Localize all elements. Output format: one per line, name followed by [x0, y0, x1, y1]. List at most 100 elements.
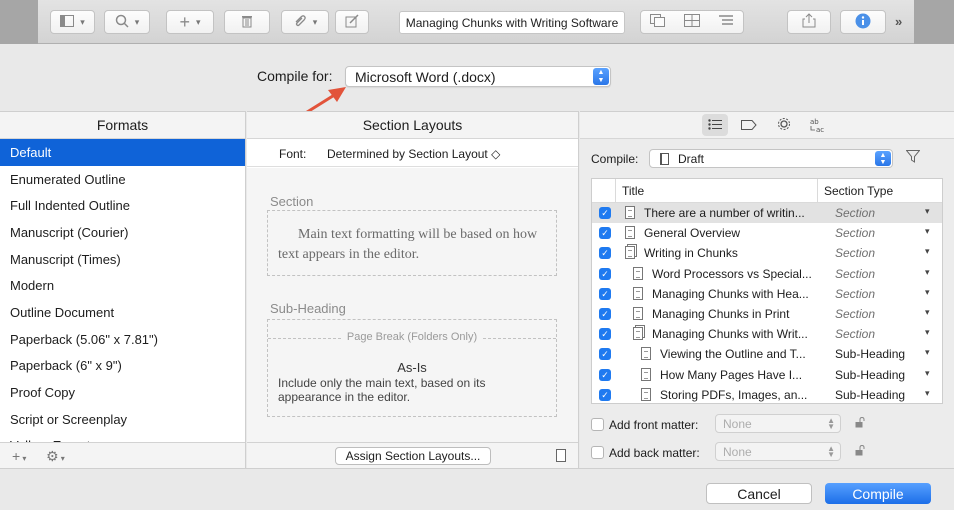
section-type-value[interactable]: Section [835, 267, 875, 281]
chevron-down-icon[interactable]: ▾ [925, 267, 930, 278]
format-item[interactable]: Modern [0, 272, 245, 299]
table-row[interactable]: ✓ Managing Chunks with Writ... Section ▾ [592, 324, 942, 344]
include-checkbox[interactable]: ✓ [599, 368, 611, 381]
document-icon [641, 367, 651, 381]
front-matter-value: None [723, 417, 752, 431]
table-row[interactable]: ✓ Managing Chunks in Print Section ▾ [592, 304, 942, 324]
chevron-down-icon: ▾ [195, 16, 201, 27]
section-type-value[interactable]: Section [835, 246, 875, 260]
share-button[interactable] [787, 10, 831, 34]
chevron-down-icon[interactable]: ▾ [925, 246, 930, 257]
formats-header: Formats [0, 112, 245, 139]
view-mode-button[interactable]: ▾ [50, 10, 95, 34]
table-row[interactable]: ✓ Writing in Chunks Section ▾ [592, 243, 942, 263]
section-type-value[interactable]: Section [835, 206, 875, 220]
metadata-tab[interactable] [736, 114, 762, 136]
format-item[interactable]: Manuscript (Times) [0, 246, 245, 273]
section-layout-preview[interactable]: Main text formatting will be based on ho… [267, 210, 557, 276]
include-checkbox[interactable]: ✓ [599, 207, 611, 219]
include-checkbox[interactable]: ✓ [599, 307, 611, 320]
assign-section-layouts-button[interactable]: Assign Section Layouts... [335, 447, 491, 465]
table-row[interactable]: ✓ Storing PDFs, Images, an... Sub-Heading ▾ [592, 385, 942, 403]
include-checkbox[interactable]: ✓ [599, 227, 611, 240]
section-type-value[interactable]: Sub-Heading [835, 347, 905, 361]
front-matter-checkbox[interactable] [591, 418, 604, 431]
section-type-column-header[interactable]: Section Type [824, 184, 893, 198]
as-is-title: As-Is [397, 360, 427, 375]
format-item[interactable]: Outline Document [0, 299, 245, 326]
page-break-label: Page Break (Folders Only) [268, 331, 556, 343]
table-row[interactable]: ✓ Viewing the Outline and T... Sub-Heading… [592, 344, 942, 364]
back-matter-dropdown[interactable]: None ▲ ▼ [715, 442, 841, 461]
add-format-button[interactable]: + ▾ [12, 448, 26, 464]
format-item[interactable]: Script or Screenplay [0, 406, 245, 433]
compile-button[interactable]: Compile [825, 483, 931, 504]
search-button[interactable]: ▾ [104, 10, 150, 34]
chevron-down-icon[interactable]: ▾ [925, 327, 930, 338]
attachment-button[interactable]: ▾ [281, 10, 329, 34]
chevron-down-icon[interactable]: ▾ [925, 287, 930, 298]
include-checkbox[interactable]: ✓ [599, 287, 611, 300]
format-options-button[interactable]: ⚙ ▾ [46, 448, 65, 465]
section-layouts-footer: Assign Section Layouts... [247, 442, 578, 468]
section-type-value[interactable]: Section [835, 327, 875, 341]
format-item[interactable]: Vellum Export [0, 433, 245, 442]
chevron-down-icon[interactable]: ▾ [925, 307, 930, 318]
replacements-tab[interactable]: ab ac [805, 114, 831, 136]
font-selector[interactable]: Font: Determined by Section Layout ◇ [247, 143, 578, 167]
chevron-down-icon[interactable]: ▾ [925, 368, 930, 379]
options-tab[interactable] [771, 114, 797, 136]
edit-button[interactable] [335, 10, 369, 34]
include-checkbox[interactable]: ✓ [599, 267, 611, 280]
section-layouts-header: Section Layouts [247, 112, 578, 139]
inspector-button[interactable] [840, 10, 886, 34]
add-document-button[interactable]: + ▾ [166, 10, 214, 34]
chevron-down-icon[interactable]: ▾ [925, 388, 930, 399]
section-type-value[interactable]: Sub-Heading [835, 368, 905, 382]
table-row[interactable]: ✓ There are a number of writin... Section ▾ [592, 203, 942, 224]
table-row[interactable]: ✓ General Overview Section ▾ [592, 223, 942, 243]
format-item[interactable]: Full Indented Outline [0, 192, 245, 219]
layout-preview: Section Main text formatting will be bas… [247, 168, 578, 442]
include-checkbox[interactable]: ✓ [599, 388, 611, 401]
include-checkbox[interactable]: ✓ [599, 247, 611, 260]
table-body: ✓ There are a number of writin... Section ▾… [592, 203, 942, 403]
contents-tab[interactable] [702, 114, 728, 136]
compile-for-dropdown[interactable]: Microsoft Word (.docx) ▲ ▼ [345, 66, 611, 87]
paperclip-icon [293, 14, 307, 31]
row-title: General Overview [644, 226, 741, 241]
format-item[interactable]: Paperback (5.06" x 7.81") [0, 326, 245, 353]
table-row[interactable]: ✓ Word Processors vs Special... Section ▾ [592, 264, 942, 284]
cancel-button[interactable]: Cancel [706, 483, 812, 504]
chevron-down-icon[interactable]: ▾ [925, 226, 930, 237]
section-type-value[interactable]: Sub-Heading [835, 388, 905, 402]
document-title-field[interactable]: Managing Chunks with Writing Software [399, 11, 625, 34]
view-mode-group[interactable] [640, 10, 744, 34]
toolbar-strip: ▾ ▾ + ▾ ▾ Managing Chunks with Writing So… [38, 0, 914, 44]
table-row[interactable]: ✓ How Many Pages Have I... Sub-Heading ▾ [592, 365, 942, 385]
document-icon[interactable] [556, 449, 566, 462]
binder-layout-icon [60, 14, 75, 30]
trash-button[interactable] [224, 10, 270, 34]
chevron-down-icon[interactable]: ▾ [925, 206, 930, 217]
format-item[interactable]: Enumerated Outline [0, 166, 245, 193]
include-checkbox[interactable]: ✓ [599, 348, 611, 361]
include-checkbox[interactable]: ✓ [599, 328, 611, 341]
format-item[interactable]: Default [0, 139, 245, 166]
compile-source-dropdown[interactable]: Draft ▲ ▼ [649, 149, 893, 168]
format-item[interactable]: Proof Copy [0, 379, 245, 406]
chevron-down-icon[interactable]: ▾ [925, 347, 930, 358]
table-row[interactable]: ✓ Managing Chunks with Hea... Section ▾ [592, 284, 942, 304]
contents-tab-strip: ab ac [580, 112, 954, 139]
filter-icon[interactable] [905, 150, 921, 166]
section-type-value[interactable]: Section [835, 287, 875, 301]
section-type-value[interactable]: Section [835, 226, 875, 240]
front-matter-dropdown[interactable]: None ▲ ▼ [715, 414, 841, 433]
format-item[interactable]: Manuscript (Courier) [0, 219, 245, 246]
format-item[interactable]: Paperback (6" x 9") [0, 353, 245, 380]
subheading-layout-preview[interactable]: Page Break (Folders Only) As-Is Include … [267, 319, 557, 417]
section-type-value[interactable]: Section [835, 307, 875, 321]
back-matter-checkbox[interactable] [591, 446, 604, 459]
toolbar-overflow-icon[interactable]: » [895, 14, 902, 29]
title-column-header[interactable]: Title [622, 184, 644, 198]
